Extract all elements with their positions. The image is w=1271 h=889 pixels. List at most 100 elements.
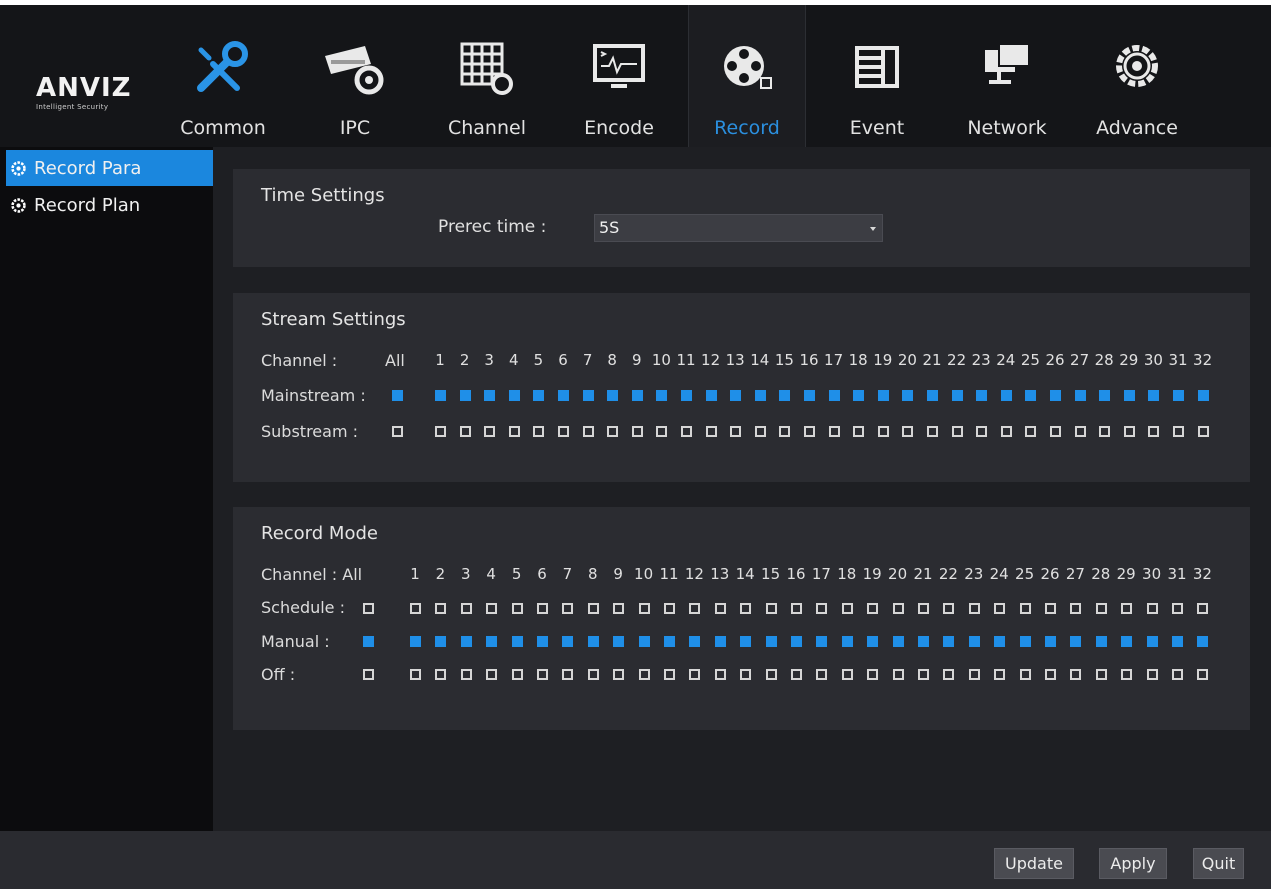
tab-advance[interactable]: Advance xyxy=(1078,5,1196,147)
substream-ch1-checkbox[interactable] xyxy=(435,426,446,437)
mainstream-ch17-checkbox[interactable] xyxy=(828,390,840,401)
mainstream-ch22-checkbox[interactable] xyxy=(951,390,963,401)
off-ch15-checkbox[interactable] xyxy=(765,669,777,680)
mainstream-ch24-checkbox[interactable] xyxy=(1000,390,1012,401)
off-ch19-checkbox[interactable] xyxy=(867,669,879,680)
schedule-ch1-checkbox[interactable] xyxy=(410,603,421,614)
manual-ch24-checkbox[interactable] xyxy=(994,636,1006,647)
manual-ch28-checkbox[interactable] xyxy=(1095,636,1107,647)
substream-ch5-checkbox[interactable] xyxy=(533,426,545,437)
manual-ch13-checkbox[interactable] xyxy=(714,636,726,647)
schedule-ch32-checkbox[interactable] xyxy=(1197,603,1209,614)
manual-ch2-checkbox[interactable] xyxy=(435,636,447,647)
mainstream-ch10-checkbox[interactable] xyxy=(656,390,668,401)
mainstream-ch23-checkbox[interactable] xyxy=(976,390,988,401)
off-ch10-checkbox[interactable] xyxy=(638,669,650,680)
schedule-ch7-checkbox[interactable] xyxy=(562,603,574,614)
manual-ch3-checkbox[interactable] xyxy=(460,636,472,647)
off-ch24-checkbox[interactable] xyxy=(994,669,1006,680)
manual-ch31-checkbox[interactable] xyxy=(1172,636,1183,647)
manual-ch16-checkbox[interactable] xyxy=(791,636,802,647)
mainstream-ch30-checkbox[interactable] xyxy=(1148,390,1160,401)
tab-ipc[interactable]: IPC xyxy=(296,5,414,147)
mainstream-ch18-checkbox[interactable] xyxy=(853,390,865,401)
off-ch6-checkbox[interactable] xyxy=(537,669,548,680)
substream-ch16-checkbox[interactable] xyxy=(804,426,815,437)
substream-ch6-checkbox[interactable] xyxy=(558,426,569,437)
substream-ch24-checkbox[interactable] xyxy=(1000,426,1012,437)
apply-button[interactable]: Apply xyxy=(1099,848,1167,879)
schedule-ch24-checkbox[interactable] xyxy=(994,603,1006,614)
off-ch18-checkbox[interactable] xyxy=(841,669,853,680)
off-ch1-checkbox[interactable] xyxy=(410,669,421,680)
quit-button[interactable]: Quit xyxy=(1193,848,1244,879)
mainstream-ch5-checkbox[interactable] xyxy=(533,390,545,401)
off-ch7-checkbox[interactable] xyxy=(562,669,574,680)
schedule-ch8-checkbox[interactable] xyxy=(587,603,599,614)
tab-event[interactable]: Event xyxy=(818,5,936,147)
schedule-ch9-checkbox[interactable] xyxy=(613,603,625,614)
schedule-ch21-checkbox[interactable] xyxy=(918,603,929,614)
manual-ch26-checkbox[interactable] xyxy=(1045,636,1056,647)
mainstream-ch6-checkbox[interactable] xyxy=(558,390,569,401)
substream-ch17-checkbox[interactable] xyxy=(828,426,840,437)
manual-ch9-checkbox[interactable] xyxy=(613,636,625,647)
mainstream-ch16-checkbox[interactable] xyxy=(804,390,815,401)
off-ch14-checkbox[interactable] xyxy=(740,669,752,680)
mainstream-ch14-checkbox[interactable] xyxy=(754,390,766,401)
manual-ch20-checkbox[interactable] xyxy=(892,636,904,647)
schedule-ch17-checkbox[interactable] xyxy=(816,603,828,614)
substream-ch11-checkbox[interactable] xyxy=(681,426,692,437)
manual-all-checkbox[interactable] xyxy=(363,636,374,647)
mainstream-ch2-checkbox[interactable] xyxy=(459,390,471,401)
substream-ch32-checkbox[interactable] xyxy=(1197,426,1209,437)
schedule-ch23-checkbox[interactable] xyxy=(968,603,980,614)
mainstream-ch20-checkbox[interactable] xyxy=(902,390,914,401)
off-ch11-checkbox[interactable] xyxy=(664,669,675,680)
substream-ch19-checkbox[interactable] xyxy=(877,426,889,437)
off-ch12-checkbox[interactable] xyxy=(689,669,701,680)
schedule-ch10-checkbox[interactable] xyxy=(638,603,650,614)
off-ch25-checkbox[interactable] xyxy=(1019,669,1031,680)
mainstream-ch1-checkbox[interactable] xyxy=(435,390,446,401)
manual-ch21-checkbox[interactable] xyxy=(918,636,929,647)
manual-ch15-checkbox[interactable] xyxy=(765,636,777,647)
off-all-checkbox[interactable] xyxy=(363,669,374,680)
off-ch26-checkbox[interactable] xyxy=(1045,669,1056,680)
substream-ch21-checkbox[interactable] xyxy=(927,426,938,437)
manual-ch17-checkbox[interactable] xyxy=(816,636,828,647)
manual-ch8-checkbox[interactable] xyxy=(587,636,599,647)
substream-ch23-checkbox[interactable] xyxy=(976,426,988,437)
schedule-ch28-checkbox[interactable] xyxy=(1095,603,1107,614)
substream-ch22-checkbox[interactable] xyxy=(951,426,963,437)
substream-ch13-checkbox[interactable] xyxy=(730,426,742,437)
manual-ch30-checkbox[interactable] xyxy=(1146,636,1158,647)
substream-ch3-checkbox[interactable] xyxy=(484,426,496,437)
schedule-ch26-checkbox[interactable] xyxy=(1045,603,1056,614)
manual-ch22-checkbox[interactable] xyxy=(943,636,955,647)
off-ch5-checkbox[interactable] xyxy=(511,669,523,680)
manual-ch5-checkbox[interactable] xyxy=(511,636,523,647)
sidebar-item-record-para[interactable]: Record Para xyxy=(6,150,213,186)
off-ch2-checkbox[interactable] xyxy=(435,669,447,680)
mainstream-ch8-checkbox[interactable] xyxy=(607,390,619,401)
substream-ch26-checkbox[interactable] xyxy=(1050,426,1061,437)
substream-ch10-checkbox[interactable] xyxy=(656,426,668,437)
substream-ch25-checkbox[interactable] xyxy=(1025,426,1037,437)
manual-ch12-checkbox[interactable] xyxy=(689,636,701,647)
tab-encode[interactable]: Encode xyxy=(560,5,678,147)
substream-ch31-checkbox[interactable] xyxy=(1173,426,1184,437)
substream-ch12-checkbox[interactable] xyxy=(705,426,717,437)
off-ch32-checkbox[interactable] xyxy=(1197,669,1209,680)
substream-ch9-checkbox[interactable] xyxy=(631,426,643,437)
manual-ch19-checkbox[interactable] xyxy=(867,636,879,647)
mainstream-ch28-checkbox[interactable] xyxy=(1099,390,1111,401)
mainstream-ch9-checkbox[interactable] xyxy=(631,390,643,401)
manual-ch23-checkbox[interactable] xyxy=(968,636,980,647)
update-button[interactable]: Update xyxy=(994,848,1074,879)
manual-ch11-checkbox[interactable] xyxy=(664,636,675,647)
mainstream-ch4-checkbox[interactable] xyxy=(508,390,520,401)
substream-ch7-checkbox[interactable] xyxy=(582,426,594,437)
substream-ch14-checkbox[interactable] xyxy=(754,426,766,437)
substream-ch4-checkbox[interactable] xyxy=(508,426,520,437)
